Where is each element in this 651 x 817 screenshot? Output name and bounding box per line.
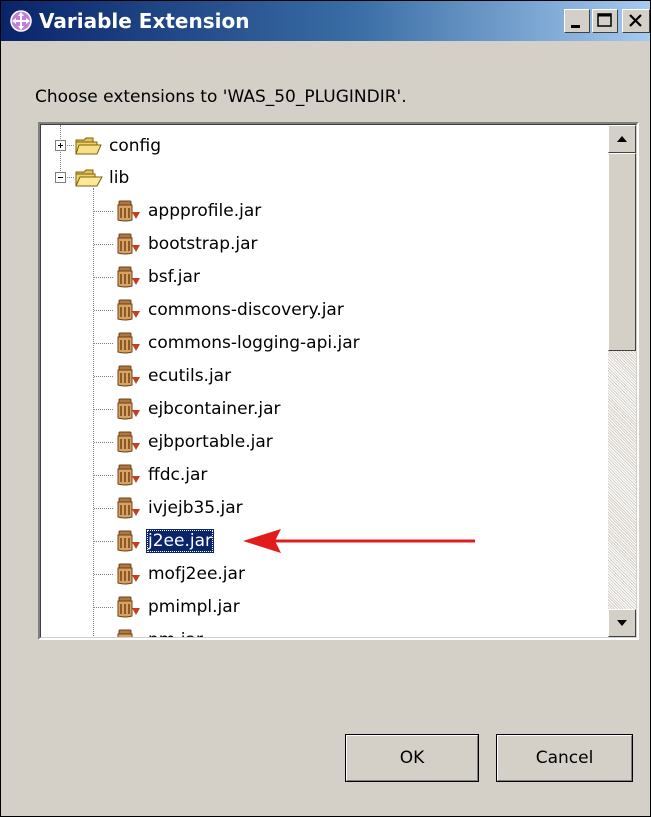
tree-node-jar[interactable]: bsf.jar [114,262,514,292]
plus-icon [58,143,63,148]
close-icon [629,14,642,27]
jar-icon [114,430,142,454]
tree-node-jar[interactable]: ejbportable.jar [114,427,514,457]
maximize-button[interactable] [592,9,618,33]
jar-icon [114,496,142,520]
tree-node-label: config [109,136,162,156]
tree-node-jar[interactable]: commons-discovery.jar [114,295,514,325]
tree-node-label: ffdc.jar [148,465,208,485]
jar-icon [114,463,142,487]
vertical-scrollbar[interactable] [608,125,636,637]
scroll-up-button[interactable] [608,125,636,153]
cancel-button[interactable]: Cancel [496,734,633,782]
extension-tree[interactable]: config lib appprofile.jar bootstrap.jar … [38,122,639,640]
tree-node-jar[interactable]: mofj2ee.jar [114,559,514,589]
annotation-arrow-icon [243,529,475,553]
tree-node-jar[interactable]: ffdc.jar [114,460,514,490]
window-title: Variable Extension [39,9,250,33]
arrow-down-icon [617,620,627,626]
tree-node-lib[interactable]: lib [75,163,235,193]
tree-node-jar[interactable]: appprofile.jar [114,196,514,226]
ok-button[interactable]: OK [345,734,479,782]
tree-node-label: ivjejb35.jar [148,498,243,518]
arrow-up-icon [617,136,627,142]
minus-icon [58,177,63,178]
maximize-icon [597,13,612,27]
tree-node-jar[interactable]: ejbcontainer.jar [114,394,514,424]
tree-node-jar[interactable]: bootstrap.jar [114,229,514,259]
jar-icon [114,364,142,388]
tree-node-label: pm.jar [146,628,205,637]
jar-icon [114,232,142,256]
minimize-button[interactable] [564,9,590,33]
folder-icon [75,134,103,158]
scrollbar-thumb[interactable] [608,153,636,351]
jar-icon [114,199,142,223]
tree-node-label: bsf.jar [148,267,200,287]
jar-icon [114,397,142,421]
tree-node-jar[interactable]: ivjejb35.jar [114,493,514,523]
lib-collapse-toggle[interactable] [55,172,66,183]
tree-node-label: appprofile.jar [148,201,262,221]
tree-node-config[interactable]: config [75,131,235,161]
jar-icon [114,628,142,637]
scroll-down-button[interactable] [608,609,636,637]
tree-node-label: pmimpl.jar [148,597,240,617]
tree-node-jar[interactable]: pmimpl.jar [114,592,514,622]
tree-node-jar[interactable]: ecutils.jar [114,361,514,391]
dialog-window: Variable Extension Choose extensions to … [0,0,651,817]
tree-node-label: lib [109,168,130,188]
jar-icon [114,562,142,586]
tree-node-jar[interactable]: pm.jar [114,625,514,637]
tree-node-label: bootstrap.jar [148,234,258,254]
tree-node-label: commons-logging-api.jar [148,333,360,353]
title-bar[interactable]: Variable Extension [1,1,650,41]
open-folder-icon [75,166,103,190]
tree-viewport[interactable]: config lib appprofile.jar bootstrap.jar … [41,125,608,637]
close-button[interactable] [622,9,650,33]
instruction-text: Choose extensions to 'WAS_50_PLUGINDIR'. [35,87,407,107]
tree-node-label: ejbportable.jar [148,432,273,452]
jar-icon [114,529,142,553]
tree-node-label: ejbcontainer.jar [148,399,281,419]
jar-icon [114,331,142,355]
tree-node-label: mofj2ee.jar [148,564,245,584]
tree-node-jar[interactable]: commons-logging-api.jar [114,328,514,358]
config-expand-toggle[interactable] [55,140,66,151]
jar-icon [114,265,142,289]
jar-icon [114,595,142,619]
tree-node-label: j2ee.jar [146,529,214,553]
tree-node-label: ecutils.jar [148,366,232,386]
tree-node-label: commons-discovery.jar [148,300,344,320]
jar-icon [114,298,142,322]
app-icon [9,9,33,33]
minimize-icon [571,25,580,28]
